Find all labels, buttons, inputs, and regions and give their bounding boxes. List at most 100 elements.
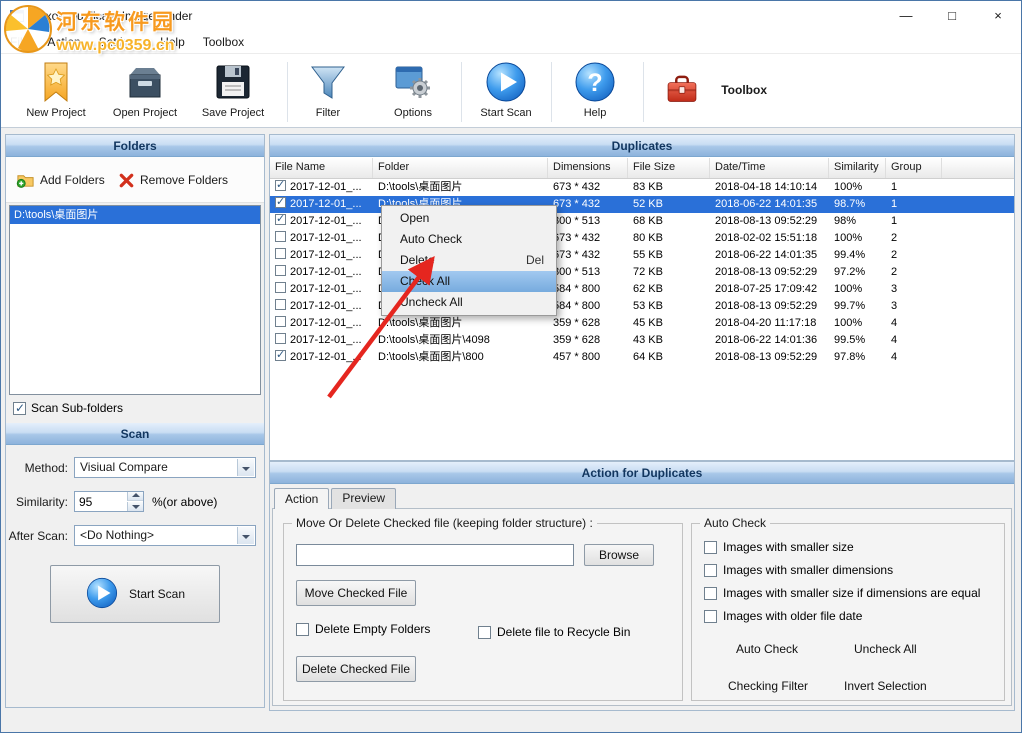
close-button[interactable]: × xyxy=(975,1,1021,31)
after-scan-select[interactable]: <Do Nothing> xyxy=(74,525,256,546)
add-folder-icon xyxy=(16,171,35,190)
minimize-button[interactable]: — xyxy=(883,1,929,31)
start-scan-button[interactable]: Start Scan xyxy=(469,60,543,119)
row-checkbox[interactable] xyxy=(275,214,286,225)
auto-check-button[interactable]: Auto Check xyxy=(736,642,798,656)
filter-button[interactable]: Filter xyxy=(295,60,361,119)
table-row[interactable]: 2017-12-01_...D:\tools\桌面图片673 * 43283 K… xyxy=(270,179,1014,196)
maximize-button[interactable]: □ xyxy=(929,1,975,31)
autocheck-option-images-with-smaller-size[interactable]: Images with smaller size xyxy=(704,540,854,554)
checkbox[interactable] xyxy=(704,564,717,577)
remove-folders-button[interactable]: Remove Folders xyxy=(118,168,228,192)
row-checkbox[interactable] xyxy=(275,231,286,242)
row-checkbox[interactable] xyxy=(275,282,286,293)
delete-to-recycle-bin-option[interactable]: Delete file to Recycle Bin xyxy=(478,625,630,639)
delete-to-recycle-bin-label: Delete file to Recycle Bin xyxy=(497,625,630,639)
menu-item-action[interactable]: Action xyxy=(38,31,89,53)
move-checked-file-button[interactable]: Move Checked File xyxy=(296,580,416,606)
folder-cell: D:\tools\桌面图片 xyxy=(373,315,548,332)
start-scan-button[interactable]: Start Scan xyxy=(50,565,220,623)
delete-checked-file-button[interactable]: Delete Checked File xyxy=(296,656,416,682)
column-header-dimensions[interactable]: Dimensions xyxy=(548,158,628,178)
delete-empty-folders-option[interactable]: Delete Empty Folders xyxy=(296,622,430,636)
save-project-button[interactable]: Save Project xyxy=(189,60,277,119)
tab-preview[interactable]: Preview xyxy=(331,488,396,509)
autocheck-option-images-with-older-file-date[interactable]: Images with older file date xyxy=(704,609,862,623)
table-row[interactable]: 2017-12-01_...D:\tools\桌面图片\4098359 * 62… xyxy=(270,332,1014,349)
browse-button[interactable]: Browse xyxy=(584,544,654,566)
row-checkbox[interactable] xyxy=(275,265,286,276)
window-title: Boxoft Duplicate Image Finder xyxy=(31,9,192,23)
column-header-file-size[interactable]: File Size xyxy=(628,158,710,178)
toolbar-label: Filter xyxy=(295,107,361,119)
menu-item-file[interactable]: File xyxy=(1,31,38,53)
help-button[interactable]: ?Help xyxy=(561,60,629,119)
chevron-down-icon[interactable] xyxy=(237,527,254,544)
column-header-similarity[interactable]: Similarity xyxy=(829,158,886,178)
context-menu-item-check-all[interactable]: Check All xyxy=(382,271,556,292)
scan-subfolders-option[interactable]: Scan Sub-folders xyxy=(13,401,123,415)
checkbox[interactable] xyxy=(704,610,717,623)
table-row[interactable]: 2017-12-01_...D:\tools\桌面图片\800457 * 800… xyxy=(270,349,1014,366)
context-menu-item-uncheck-all[interactable]: Uncheck All xyxy=(382,292,556,313)
context-menu: OpenAuto CheckDeleteDelCheck AllUncheck … xyxy=(381,205,557,316)
options-button[interactable]: Options xyxy=(373,60,453,119)
delete-empty-folders-checkbox[interactable] xyxy=(296,623,309,636)
add-folders-label: Add Folders xyxy=(40,173,105,187)
add-folders-button[interactable]: Add Folders xyxy=(16,168,105,192)
file-name: 2017-12-01_... xyxy=(290,232,362,244)
context-menu-item-delete[interactable]: DeleteDel xyxy=(382,250,556,271)
uncheck-all-button[interactable]: Uncheck All xyxy=(854,642,917,656)
similarity-input[interactable] xyxy=(75,492,127,511)
file-size-cell: 53 KB xyxy=(628,298,710,315)
menu-item-settings[interactable]: Settings xyxy=(90,31,151,53)
column-header-group[interactable]: Group xyxy=(886,158,942,178)
context-menu-item-auto-check[interactable]: Auto Check xyxy=(382,229,556,250)
new-project-button[interactable]: New Project xyxy=(11,60,101,119)
group-cell: 2 xyxy=(886,247,942,264)
folder-list-item[interactable]: D:\tools\桌面图片 xyxy=(10,206,260,224)
toolbox-button[interactable]: Toolbox xyxy=(651,72,767,108)
scan-subfolders-checkbox[interactable] xyxy=(13,402,26,415)
delete-to-recycle-bin-checkbox[interactable] xyxy=(478,626,491,639)
method-select[interactable]: Visiual Compare xyxy=(74,457,256,478)
title-bar: Boxoft Duplicate Image Finder — □ × xyxy=(1,1,1021,31)
checking-filter-button[interactable]: Checking Filter xyxy=(728,679,808,693)
checkbox[interactable] xyxy=(704,541,717,554)
tab-action[interactable]: Action xyxy=(274,488,329,509)
similarity-cell: 100% xyxy=(829,281,886,298)
row-checkbox[interactable] xyxy=(275,180,286,191)
row-checkbox[interactable] xyxy=(275,333,286,344)
new-project-icon xyxy=(34,60,78,104)
row-checkbox[interactable] xyxy=(275,316,286,327)
move-delete-group-legend: Move Or Delete Checked file (keeping fol… xyxy=(292,516,597,530)
open-project-button[interactable]: Open Project xyxy=(101,60,189,119)
autocheck-option-images-with-smaller-dimensions[interactable]: Images with smaller dimensions xyxy=(704,563,893,577)
folder-list[interactable]: D:\tools\桌面图片 xyxy=(9,205,261,395)
context-menu-item-open[interactable]: Open xyxy=(382,208,556,229)
column-header-date-time[interactable]: Date/Time xyxy=(710,158,829,178)
row-checkbox[interactable] xyxy=(275,248,286,259)
column-header-file-name[interactable]: File Name xyxy=(270,158,373,178)
spinner-down-icon[interactable] xyxy=(127,502,143,511)
invert-selection-button[interactable]: Invert Selection xyxy=(844,679,927,693)
menu-item-toolbox[interactable]: Toolbox xyxy=(194,31,253,53)
row-checkbox[interactable] xyxy=(275,350,286,361)
delete-empty-folders-label: Delete Empty Folders xyxy=(315,622,430,636)
menu-item-label: Auto Check xyxy=(400,229,462,250)
menu-item-help[interactable]: Help xyxy=(151,31,194,53)
date-time-cell: 2018-04-20 11:17:18 xyxy=(710,315,829,332)
table-row[interactable]: 2017-12-01_...D:\tools\桌面图片359 * 62845 K… xyxy=(270,315,1014,332)
checkbox[interactable] xyxy=(704,587,717,600)
play-icon xyxy=(85,576,119,613)
chevron-down-icon[interactable] xyxy=(237,459,254,476)
similarity-cell: 99.7% xyxy=(829,298,886,315)
row-checkbox[interactable] xyxy=(275,299,286,310)
toolbar-separator xyxy=(461,62,462,122)
move-path-input[interactable] xyxy=(296,544,574,566)
column-header-folder[interactable]: Folder xyxy=(373,158,548,178)
row-checkbox[interactable] xyxy=(275,197,286,208)
autocheck-option-images-with-smaller-size-if-dimensions-are-equal[interactable]: Images with smaller size if dimensions a… xyxy=(704,586,980,600)
dimensions-cell: 673 * 432 xyxy=(548,247,628,264)
spinner-up-icon[interactable] xyxy=(127,492,143,501)
